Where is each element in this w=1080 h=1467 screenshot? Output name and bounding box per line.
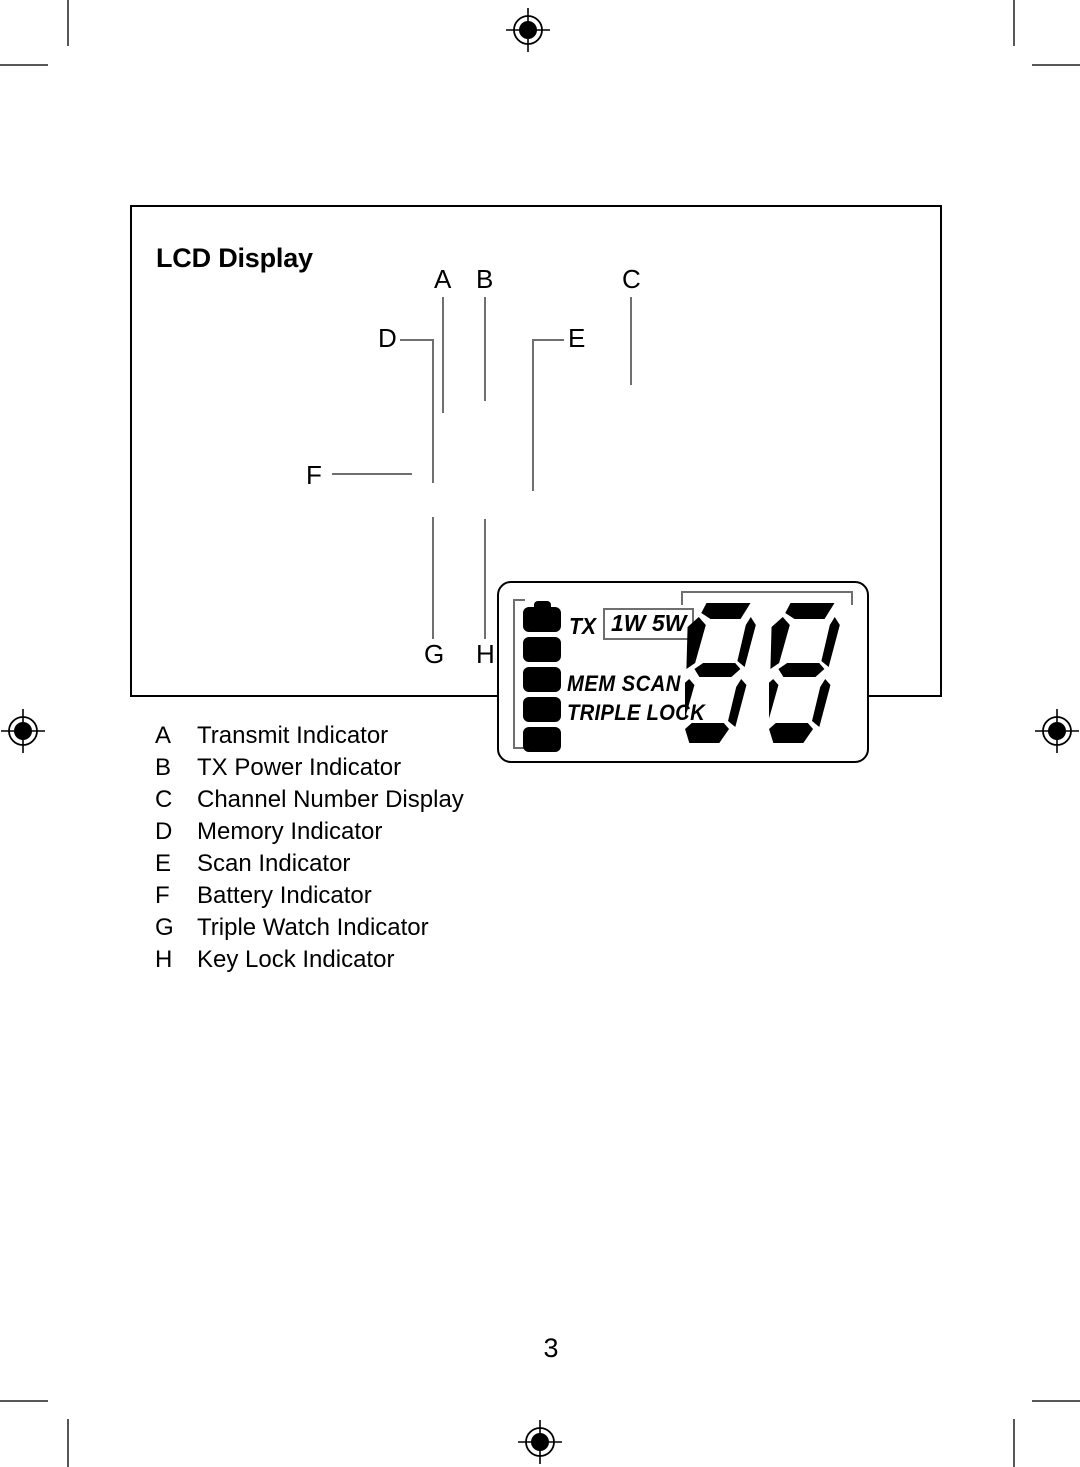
page-number: 3: [0, 1333, 1080, 1364]
crop-mark-bottom-left-horizontal: [0, 1400, 48, 1402]
callout-label-e: E: [568, 323, 586, 353]
leader-line-e-vertical: [532, 339, 534, 491]
callout-label-h: H: [476, 639, 495, 669]
crop-mark-top-left-horizontal: [0, 64, 48, 66]
legend-key: E: [155, 850, 172, 877]
leader-line-f: [332, 473, 412, 475]
legend-label: Triple Watch Indicator: [197, 914, 429, 941]
callout-label-b: B: [476, 264, 494, 294]
legend-label: Scan Indicator: [197, 850, 351, 877]
leader-line-a: [442, 297, 444, 413]
legend-row: F Battery Indicator: [155, 882, 755, 914]
callout-label-g: G: [424, 639, 445, 669]
mem-scan-indicator-label: MEM SCAN: [567, 671, 681, 696]
leader-line-b: [484, 297, 486, 401]
leader-line-c: [630, 297, 632, 385]
callout-label-a: A: [434, 264, 452, 294]
leader-line-h: [484, 519, 486, 639]
tx-power-indicator: 1W 5W: [603, 608, 695, 640]
registration-target-top-center: [506, 8, 550, 52]
legend-row: D Memory Indicator: [155, 818, 755, 850]
page-number-value: 3: [543, 1333, 559, 1363]
legend-label: Battery Indicator: [197, 882, 372, 909]
crop-mark-bottom-left-vertical: [67, 1419, 69, 1467]
legend-key: C: [155, 786, 173, 813]
callout-label-f: F: [306, 460, 322, 490]
legend-label: Transmit Indicator: [197, 722, 389, 749]
crop-mark-bottom-right-vertical: [1013, 1419, 1015, 1467]
leader-line-e-horizontal: [532, 339, 564, 341]
legend-row: H Key Lock Indicator: [155, 946, 755, 978]
crop-mark-top-left-vertical: [67, 0, 69, 46]
legend-key: B: [155, 754, 172, 781]
crop-mark-bottom-right-horizontal: [1032, 1400, 1080, 1402]
legend-key: A: [155, 722, 172, 749]
legend-label: TX Power Indicator: [197, 754, 402, 781]
legend-key: D: [155, 818, 173, 845]
legend-label: Channel Number Display: [197, 786, 464, 813]
legend-row: B TX Power Indicator: [155, 754, 755, 786]
seven-segment-digit: [769, 603, 840, 743]
registration-target-left-middle: [1, 709, 45, 753]
callout-label-c: C: [622, 264, 641, 294]
lcd-display-figure-box: LCD Display A B C D E F G H TX 1W 5W MEM: [130, 205, 942, 763]
leader-line-d-horizontal: [400, 339, 434, 341]
legend-list: A Transmit Indicator B TX Power Indicato…: [155, 722, 755, 978]
page-title: LCD Display: [156, 243, 313, 274]
crop-mark-top-right-vertical: [1013, 0, 1015, 46]
leader-line-d-vertical: [432, 339, 434, 483]
legend-row: G Triple Watch Indicator: [155, 914, 755, 946]
legend-row: C Channel Number Display: [155, 786, 755, 818]
battery-segment: [523, 637, 561, 662]
crop-mark-top-right-horizontal: [1032, 64, 1080, 66]
battery-segment: [523, 697, 561, 722]
legend-key: H: [155, 946, 173, 973]
legend-row: E Scan Indicator: [155, 850, 755, 882]
battery-segment: [523, 607, 561, 632]
legend-label: Key Lock Indicator: [197, 946, 395, 973]
registration-target-right-middle: [1035, 709, 1079, 753]
leader-line-g: [432, 517, 434, 639]
callout-label-d: D: [378, 323, 397, 353]
transmit-indicator-label: TX: [569, 613, 597, 639]
registration-target-bottom-center: [518, 1420, 562, 1464]
battery-segment: [523, 667, 561, 692]
legend-key: F: [155, 882, 170, 909]
legend-row: A Transmit Indicator: [155, 722, 755, 754]
legend-key: G: [155, 914, 174, 941]
legend-label: Memory Indicator: [197, 818, 383, 845]
